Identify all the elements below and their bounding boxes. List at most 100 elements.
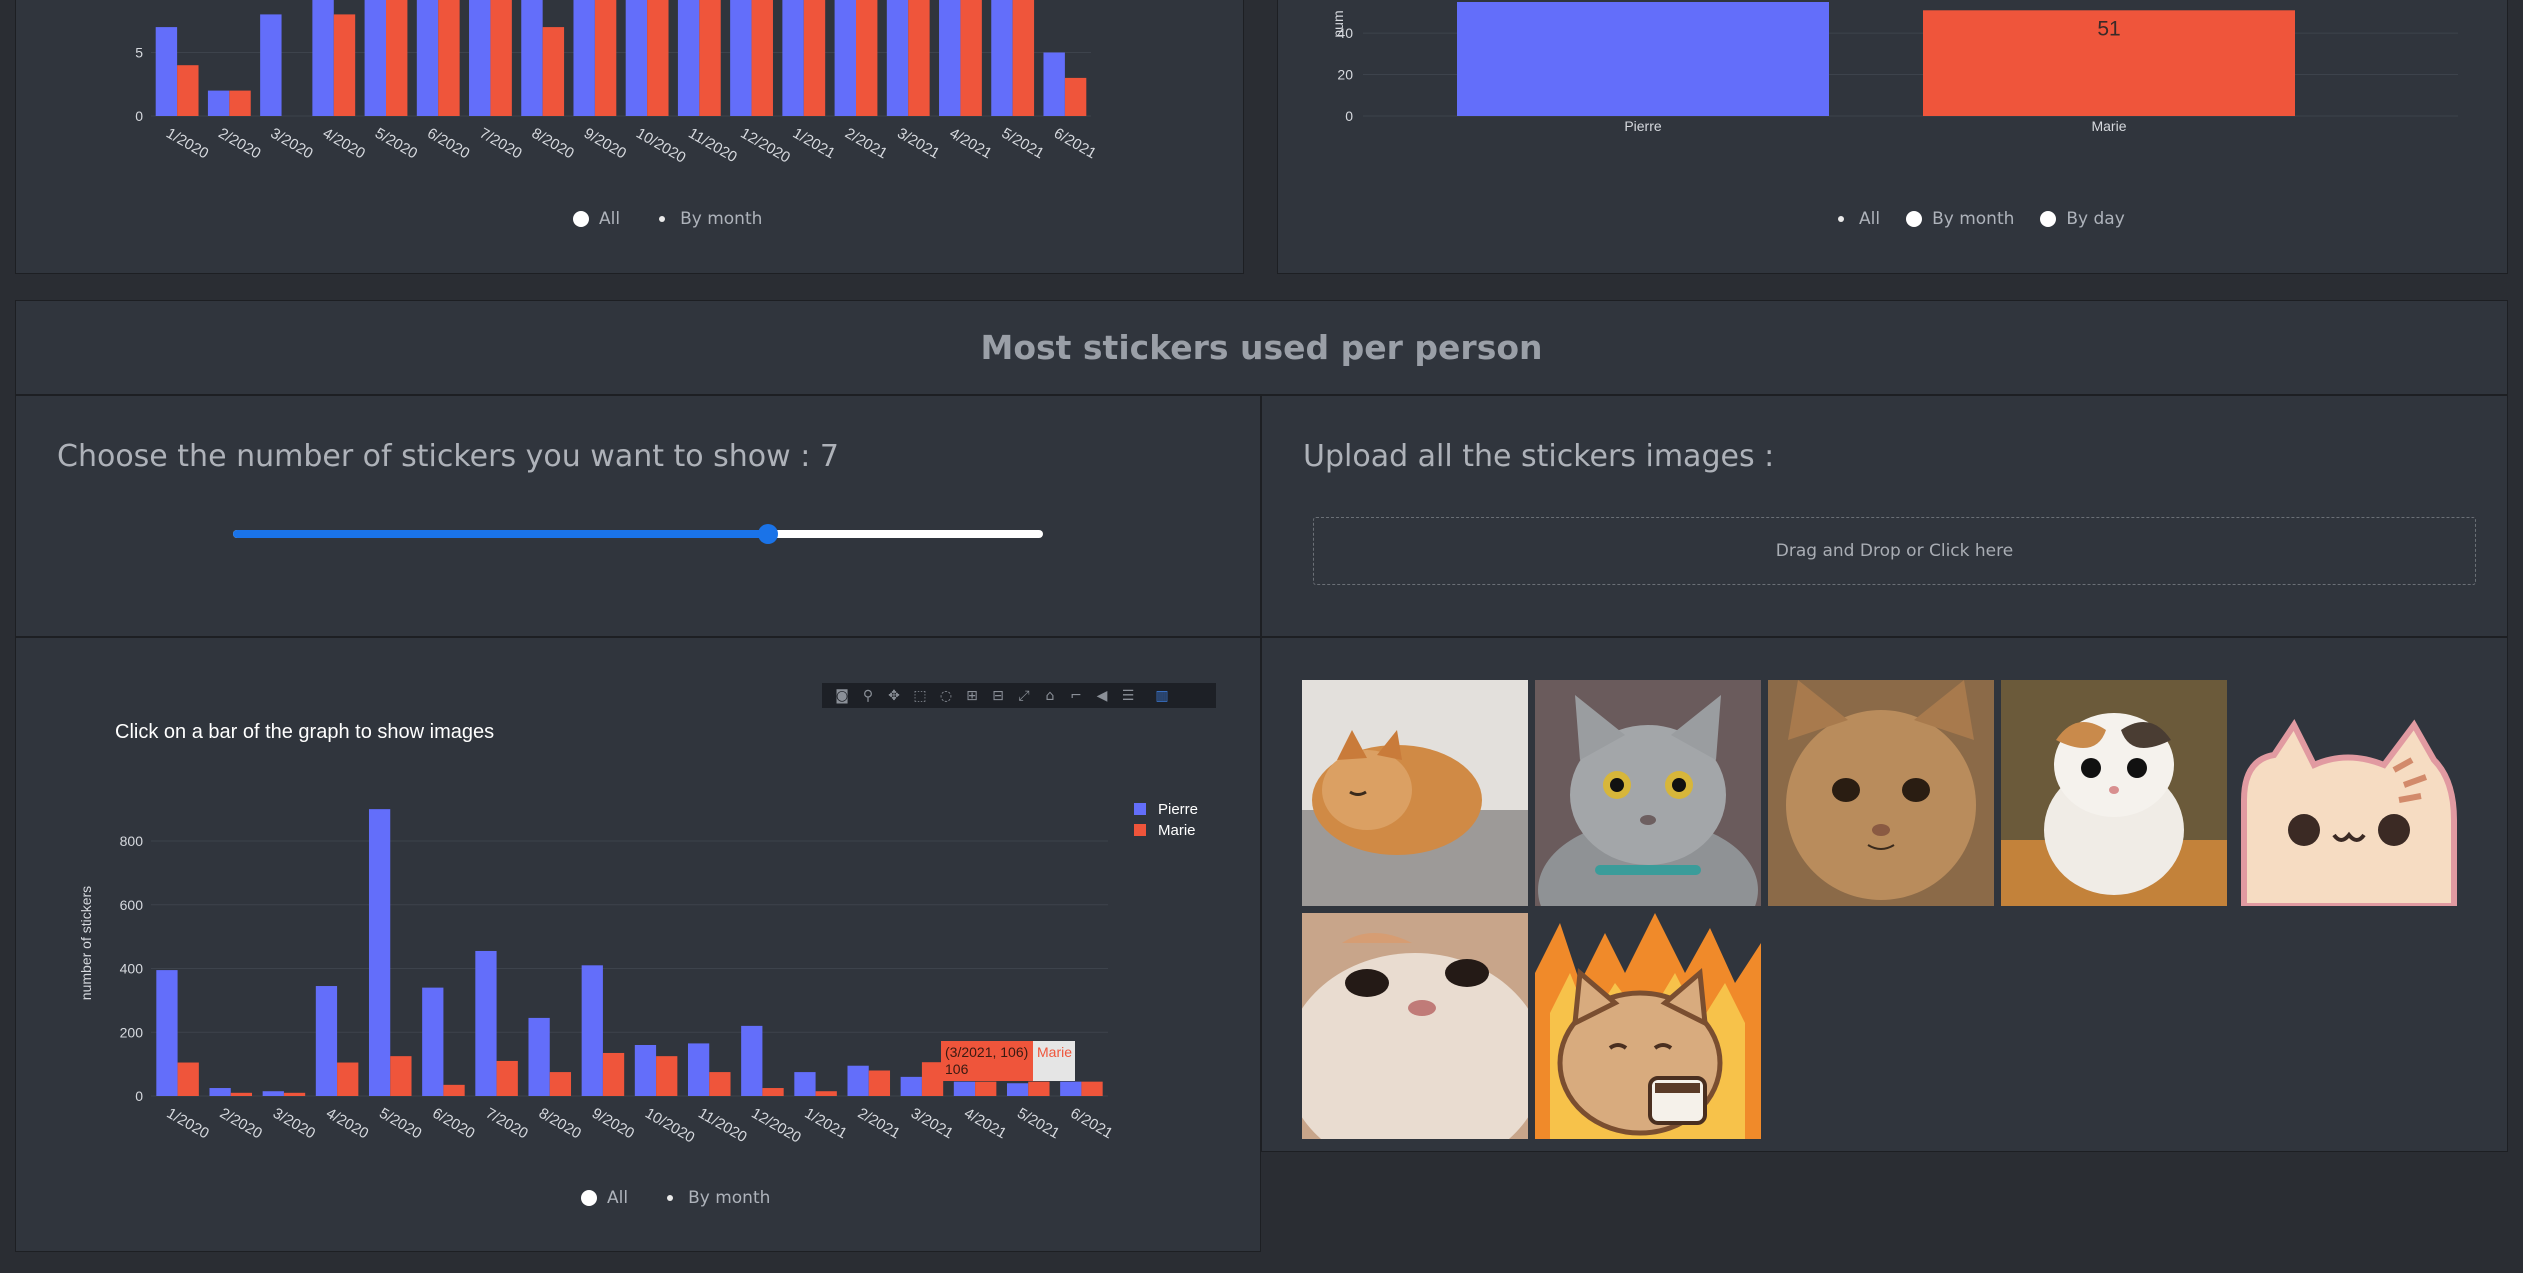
radio-by-month-total-control[interactable] <box>1906 211 1923 227</box>
bar-marie-8-2020[interactable] <box>549 1072 572 1096</box>
bar-marie-12-2020[interactable] <box>751 0 773 116</box>
bar-marie-6-2020[interactable] <box>443 1084 465 1096</box>
bar-pierre-2-2020[interactable] <box>209 1088 231 1096</box>
bar-pierre-4-2021[interactable] <box>939 0 961 116</box>
bar-marie-10-2020[interactable] <box>656 1056 678 1096</box>
bar-marie-4-2021[interactable] <box>960 0 982 116</box>
bar-pierre-2-2021[interactable] <box>834 0 856 116</box>
spike-lines-icon[interactable]: ⌐ <box>1066 686 1086 706</box>
reset-axes-icon[interactable]: ⌂ <box>1040 686 1060 706</box>
radio-all[interactable]: All <box>573 209 620 229</box>
bar-marie-3-2020[interactable] <box>283 1092 306 1096</box>
bar-pierre-8-2020[interactable] <box>528 1017 550 1096</box>
bar-marie-6-2021[interactable] <box>1081 1081 1103 1096</box>
radio-by-month[interactable]: By month <box>654 209 762 229</box>
bar-marie-1-2021[interactable] <box>803 0 826 116</box>
bar-marie-5-2021[interactable] <box>1012 0 1035 116</box>
sticker-cat-looking-up[interactable] <box>1302 913 1528 1139</box>
lasso-icon[interactable]: ◌ <box>936 686 956 706</box>
bar-pierre-5-2020[interactable] <box>364 0 386 116</box>
bar-pierre-3-2021[interactable] <box>886 0 909 116</box>
bar-pierre-7-2020[interactable] <box>469 0 491 116</box>
bar-marie-9-2020[interactable] <box>602 1052 625 1096</box>
bar-pierre-3-2020[interactable] <box>262 1091 284 1096</box>
bar-total-pierre[interactable] <box>1457 2 1829 116</box>
bar-marie-7-2020[interactable] <box>496 1060 518 1096</box>
bar-pierre-2-2021[interactable] <box>847 1065 869 1096</box>
bar-pierre-4-2020[interactable] <box>315 986 338 1096</box>
bar-pierre-6-2021[interactable] <box>1043 52 1065 117</box>
bar-pierre-1-2021[interactable] <box>782 0 804 116</box>
bar-marie-3-2021[interactable] <box>921 1062 944 1096</box>
radio-by-day-total[interactable]: By day <box>2040 209 2125 229</box>
bar-pierre-9-2020[interactable] <box>581 965 603 1096</box>
bar-marie-6-2020[interactable] <box>438 0 460 116</box>
sticker-chart[interactable]: 02004006008001/2020 2/2020 3/2020 4/2020 5/2… <box>16 638 1262 1158</box>
hover-compare-icon[interactable]: ☰ <box>1118 686 1138 706</box>
bar-marie-1-2020[interactable] <box>177 65 199 116</box>
bar-marie-11-2020[interactable] <box>709 1072 731 1096</box>
zoom-out-icon[interactable]: ⊟ <box>988 686 1008 706</box>
bar-pierre-8-2020[interactable] <box>521 0 543 116</box>
sticker-sleepy-orange-cat[interactable] <box>1302 680 1528 906</box>
bar-pierre-6-2021[interactable] <box>1060 1081 1082 1096</box>
sticker-cartoon-cat-peeking[interactable] <box>2234 680 2460 906</box>
bar-pierre-1-2020[interactable] <box>155 27 178 117</box>
bar-pierre-5-2020[interactable] <box>368 809 391 1096</box>
sticker-cartoon-cat-coffee-fire[interactable] <box>1535 913 1761 1139</box>
camera-icon[interactable]: ◙ <box>832 686 852 706</box>
bar-pierre-2-2020[interactable] <box>207 90 230 116</box>
radio-all-total[interactable]: All <box>1833 209 1880 229</box>
hover-closest-icon[interactable]: ◀ <box>1092 686 1112 706</box>
bar-pierre-3-2020[interactable] <box>260 14 282 116</box>
bar-pierre-5-2021[interactable] <box>1006 1083 1029 1096</box>
bar-marie-2-2020[interactable] <box>230 1092 253 1096</box>
legend-swatch-marie[interactable] <box>1134 824 1146 836</box>
bar-marie-9-2020[interactable] <box>594 0 617 116</box>
bar-pierre-1-2021[interactable] <box>794 1072 816 1096</box>
zoom-in-icon[interactable]: ⊞ <box>962 686 982 706</box>
bar-pierre-12-2020[interactable] <box>730 0 752 116</box>
bar-marie-10-2020[interactable] <box>647 0 669 116</box>
bar-pierre-10-2020[interactable] <box>634 1045 657 1096</box>
radio-by-month-total[interactable]: By month <box>1906 209 2014 229</box>
radio-by-day-total-control[interactable] <box>2040 211 2057 227</box>
sticker-count-slider[interactable] <box>233 524 1043 544</box>
bar-marie-11-2020[interactable] <box>699 0 721 116</box>
bar-marie-4-2020[interactable] <box>333 14 356 116</box>
radio-sticker-all-control[interactable] <box>581 1190 597 1206</box>
bar-pierre-1-2020[interactable] <box>156 970 178 1096</box>
bar-marie-1-2020[interactable] <box>177 1062 199 1096</box>
autoscale-icon[interactable]: ⤢ <box>1014 686 1034 706</box>
sticker-calico-kitten[interactable] <box>2001 680 2227 906</box>
bar-marie-1-2021[interactable] <box>815 1091 837 1096</box>
bar-marie-7-2020[interactable] <box>490 0 512 116</box>
bar-pierre-5-2021[interactable] <box>991 0 1013 116</box>
legend-label-marie[interactable]: Marie <box>1158 822 1196 839</box>
legend-swatch-pierre[interactable] <box>1134 803 1146 815</box>
bar-pierre-7-2020[interactable] <box>475 950 497 1096</box>
radio-all-control[interactable] <box>573 211 589 227</box>
bar-pierre-12-2020[interactable] <box>741 1025 763 1096</box>
bar-marie-2-2021[interactable] <box>856 0 878 116</box>
radio-by-month-control[interactable] <box>654 211 670 227</box>
bar-pierre-9-2020[interactable] <box>573 0 595 116</box>
zoom-icon[interactable]: ⚲ <box>858 686 878 706</box>
radio-sticker-all[interactable]: All <box>581 1188 628 1208</box>
bar-marie-5-2021[interactable] <box>1028 1081 1050 1096</box>
bar-pierre-11-2020[interactable] <box>687 1043 710 1096</box>
upload-dropzone[interactable]: Drag and Drop or Click here <box>1313 517 2476 585</box>
radio-sticker-by-month-control[interactable] <box>662 1190 678 1206</box>
bar-pierre-10-2020[interactable] <box>625 0 648 116</box>
bar-marie-3-2021[interactable] <box>908 0 930 116</box>
bar-pierre-6-2020[interactable] <box>416 0 439 116</box>
bar-pierre-4-2021[interactable] <box>953 1081 976 1096</box>
box-select-icon[interactable]: ⬚ <box>910 686 930 706</box>
sticker-grey-cat-staring[interactable] <box>1535 680 1761 906</box>
legend-label-pierre[interactable]: Pierre <box>1158 801 1198 818</box>
bar-marie-2-2020[interactable] <box>229 90 251 116</box>
bar-pierre-11-2020[interactable] <box>677 0 700 116</box>
bar-marie-12-2020[interactable] <box>762 1088 784 1096</box>
radio-sticker-by-month[interactable]: By month <box>662 1188 770 1208</box>
bar-marie-6-2021[interactable] <box>1064 77 1087 116</box>
